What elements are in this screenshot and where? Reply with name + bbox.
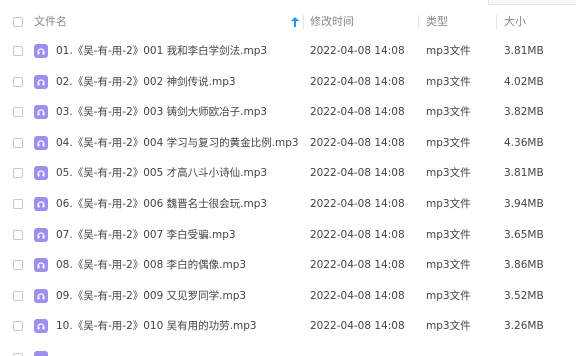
row-checkbox[interactable] [13, 199, 23, 209]
audio-file-icon [34, 319, 48, 334]
column-divider[interactable] [496, 15, 497, 29]
file-type: mp3文件 [426, 45, 471, 57]
select-all-checkbox[interactable] [13, 17, 23, 27]
file-name[interactable]: 04.《吴-有-用-2》004 学习与复习的黄金比例.mp3 [56, 128, 299, 158]
file-type: mp3文件 [426, 198, 471, 210]
file-size: 4.36MB [504, 136, 544, 149]
table-row[interactable]: 04.《吴-有-用-2》004 学习与复习的黄金比例.mp3 2022-04-08… [0, 128, 576, 158]
file-modified-time: 2022-04-08 14:08 [310, 167, 405, 180]
row-checkbox[interactable] [13, 260, 23, 271]
file-size: 4.02MB [504, 75, 544, 88]
table-row[interactable]: 01.《吴-有-用-2》001 我和李白学剑法.mp3 2022-04-08 14… [0, 36, 576, 66]
table-row[interactable]: 02.《吴-有-用-2》002 神剑传说.mp3 2022-04-08 14:08… [0, 67, 576, 97]
file-type: mp3文件 [426, 289, 471, 302]
file-list-header: 文件名 修改时间 类型 大小 [0, 8, 576, 36]
file-modified-time: 2022-04-08 14:08 [310, 198, 405, 210]
audio-file-icon [34, 227, 48, 242]
file-type: mp3文件 [426, 259, 471, 272]
row-checkbox[interactable] [13, 76, 23, 87]
row-checkbox[interactable] [13, 321, 23, 332]
column-divider[interactable] [418, 15, 419, 29]
audio-file-icon [34, 197, 48, 211]
table-row[interactable]: 07.《吴-有-用-2》007 李白受骗.mp3 2022-04-08 14:08… [0, 220, 576, 250]
file-size: 3.81MB [504, 167, 544, 180]
table-row[interactable]: 10.《吴-有-用-2》010 吴有用的功劳.mp3 2022-04-08 14:… [0, 311, 576, 341]
row-checkbox[interactable] [13, 107, 23, 118]
file-size: 3.81MB [504, 45, 544, 57]
file-size: 3.65MB [504, 228, 544, 241]
file-modified-time: 2022-04-08 14:08 [310, 289, 405, 302]
audio-file-icon [34, 135, 48, 150]
file-size: 3.86MB [504, 259, 544, 272]
audio-file-icon [34, 351, 48, 356]
file-modified-time: 2022-04-08 14:08 [310, 45, 405, 57]
table-row[interactable]: 06.《吴-有-用-2》006 魏晋名士很会玩.mp3 2022-04-08 14… [0, 189, 576, 219]
audio-file-icon [34, 74, 48, 89]
file-name[interactable]: 05.《吴-有-用-2》005 才高八斗小诗仙.mp3 [56, 158, 267, 188]
file-size: 3.52MB [504, 289, 544, 302]
row-checkbox[interactable] [13, 137, 23, 148]
column-header-name[interactable]: 文件名 [34, 8, 67, 36]
file-size: 3.82MB [504, 106, 544, 119]
row-checkbox[interactable] [13, 290, 23, 301]
file-name[interactable]: 08.《吴-有-用-2》008 李白的偶像.mp3 [56, 250, 246, 280]
sort-ascending-icon[interactable] [291, 8, 299, 36]
table-row[interactable]: 03.《吴-有-用-2》003 铸剑大师欧冶子.mp3 2022-04-08 14… [0, 97, 576, 127]
file-name[interactable]: 02.《吴-有-用-2》002 神剑传说.mp3 [56, 67, 236, 97]
file-type: mp3文件 [426, 167, 471, 180]
file-type: mp3文件 [426, 75, 471, 88]
audio-file-icon [34, 105, 48, 120]
file-size: 3.94MB [504, 198, 544, 210]
column-header-size[interactable]: 大小 [504, 8, 526, 36]
file-name[interactable]: 06.《吴-有-用-2》006 魏晋名士很会玩.mp3 [56, 189, 267, 219]
file-name[interactable]: 09.《吴-有-用-2》009 又见罗同学.mp3 [56, 281, 246, 311]
audio-file-icon [34, 44, 48, 58]
audio-file-icon [34, 288, 48, 303]
column-header-type[interactable]: 类型 [426, 8, 448, 36]
file-modified-time: 2022-04-08 14:08 [310, 259, 405, 272]
table-row[interactable]: 05.《吴-有-用-2》005 才高八斗小诗仙.mp3 2022-04-08 14… [0, 158, 576, 188]
file-type: mp3文件 [426, 228, 471, 241]
file-modified-time: 2022-04-08 14:08 [310, 75, 405, 88]
column-header-modified[interactable]: 修改时间 [310, 8, 354, 36]
file-name[interactable]: 01.《吴-有-用-2》001 我和李白学剑法.mp3 [56, 36, 267, 66]
file-modified-time: 2022-04-08 14:08 [310, 136, 405, 149]
row-checkbox[interactable] [13, 168, 23, 179]
row-checkbox[interactable] [13, 229, 23, 240]
file-name[interactable]: 07.《吴-有-用-2》007 李白受骗.mp3 [56, 220, 236, 250]
search-box-edge[interactable] [488, 0, 576, 5]
file-type: mp3文件 [426, 136, 471, 149]
table-row[interactable] [0, 348, 576, 356]
table-row[interactable]: 09.《吴-有-用-2》009 又见罗同学.mp3 2022-04-08 14:0… [0, 281, 576, 311]
file-type: mp3文件 [426, 320, 471, 333]
row-checkbox[interactable] [13, 46, 23, 56]
file-modified-time: 2022-04-08 14:08 [310, 228, 405, 241]
file-size: 3.26MB [504, 320, 544, 333]
file-name[interactable]: 03.《吴-有-用-2》003 铸剑大师欧冶子.mp3 [56, 97, 267, 127]
file-name[interactable]: 10.《吴-有-用-2》010 吴有用的功劳.mp3 [56, 311, 257, 341]
file-type: mp3文件 [426, 106, 471, 119]
audio-file-icon [34, 258, 48, 273]
audio-file-icon [34, 166, 48, 181]
column-divider[interactable] [303, 15, 304, 29]
file-modified-time: 2022-04-08 14:08 [310, 320, 405, 333]
file-modified-time: 2022-04-08 14:08 [310, 106, 405, 119]
toolbar-cropped [0, 0, 576, 7]
table-row[interactable]: 08.《吴-有-用-2》008 李白的偶像.mp3 2022-04-08 14:0… [0, 250, 576, 280]
